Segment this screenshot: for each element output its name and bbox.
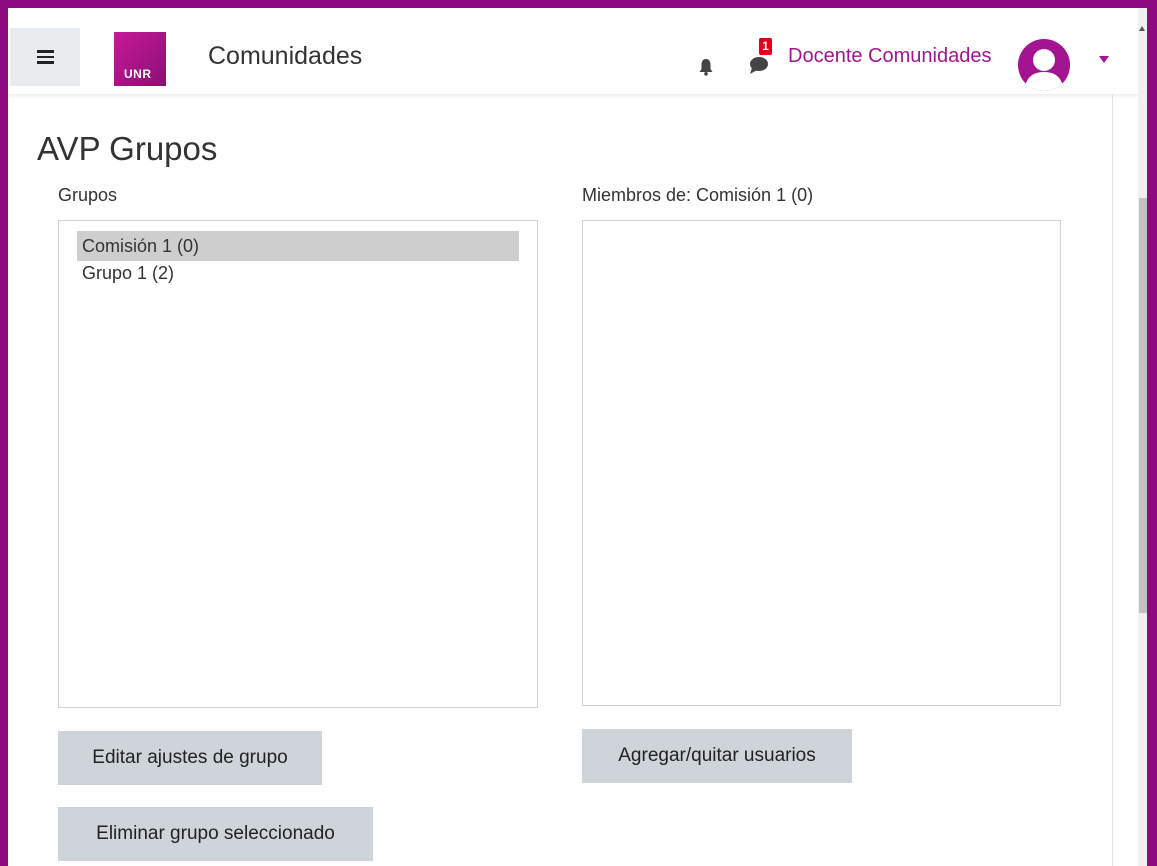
add-remove-users-button[interactable]: Agregar/quitar usuarios <box>582 729 852 783</box>
menu-toggle-button[interactable] <box>10 28 80 86</box>
page-title: AVP Grupos <box>37 130 218 167</box>
bell-icon[interactable] <box>698 58 714 76</box>
unr-logo[interactable]: UNR <box>114 32 166 86</box>
logo-text: UNR <box>124 67 152 81</box>
members-label: Miembros de: Comisión 1 (0) <box>582 185 814 205</box>
members-select[interactable] <box>582 220 1061 706</box>
user-avatar-icon[interactable] <box>1018 39 1070 91</box>
delete-selected-group-button[interactable]: Eliminar grupo seleccionado <box>58 807 373 861</box>
content-border <box>1112 94 1113 866</box>
app-frame: UNR Comunidades 1 Docente Comunidades AV… <box>8 8 1147 866</box>
chat-icon[interactable] <box>748 54 770 76</box>
hamburger-icon <box>36 47 54 67</box>
edit-group-settings-button[interactable]: Editar ajustes de grupo <box>58 731 322 785</box>
navbar: UNR Comunidades 1 Docente Comunidades <box>8 8 1138 94</box>
scrollbar-thumb[interactable] <box>1139 198 1147 613</box>
scrollbar[interactable] <box>1138 8 1147 866</box>
groups-select[interactable]: Comisión 1 (0) Grupo 1 (2) <box>58 220 538 708</box>
messages-count-badge: 1 <box>759 38 772 55</box>
group-option[interactable]: Grupo 1 (2) <box>77 261 519 285</box>
site-name[interactable]: Comunidades <box>208 42 362 71</box>
caret-down-icon[interactable] <box>1099 56 1109 63</box>
user-menu-name[interactable]: Docente Comunidades <box>788 45 991 68</box>
scroll-up-arrow-icon[interactable] <box>1139 26 1145 31</box>
group-option[interactable]: Comisión 1 (0) <box>77 231 519 261</box>
groups-label: Grupos <box>58 185 118 205</box>
